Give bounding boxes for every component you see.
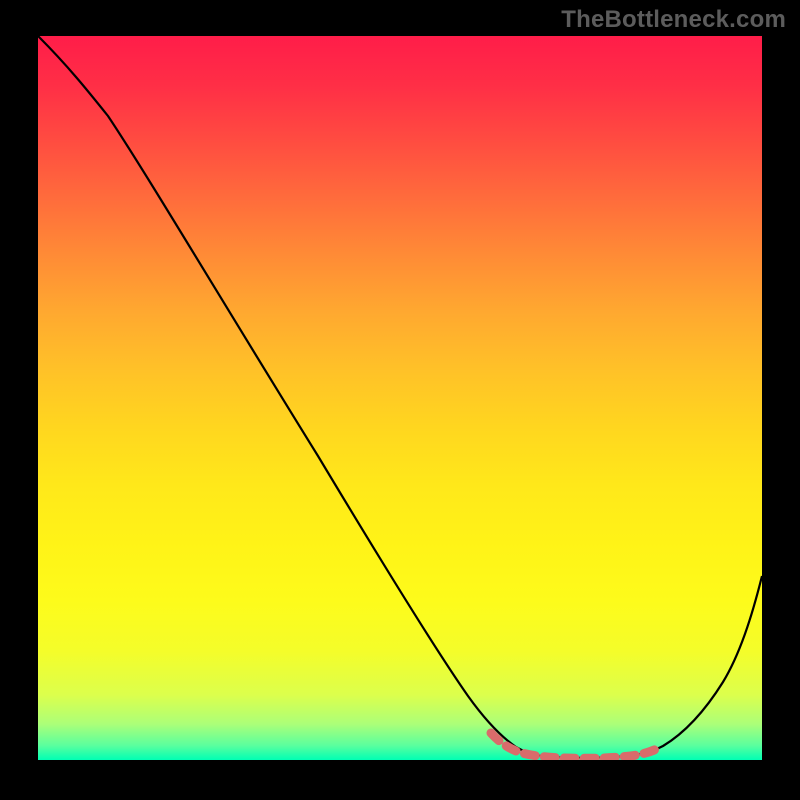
watermark-label: TheBottleneck.com (561, 6, 786, 34)
chart-container: TheBottleneck.com (0, 0, 800, 800)
plot-area (38, 36, 762, 760)
curve-svg (38, 36, 762, 760)
highlight-segment (491, 733, 662, 758)
bottleneck-curve (38, 36, 762, 758)
